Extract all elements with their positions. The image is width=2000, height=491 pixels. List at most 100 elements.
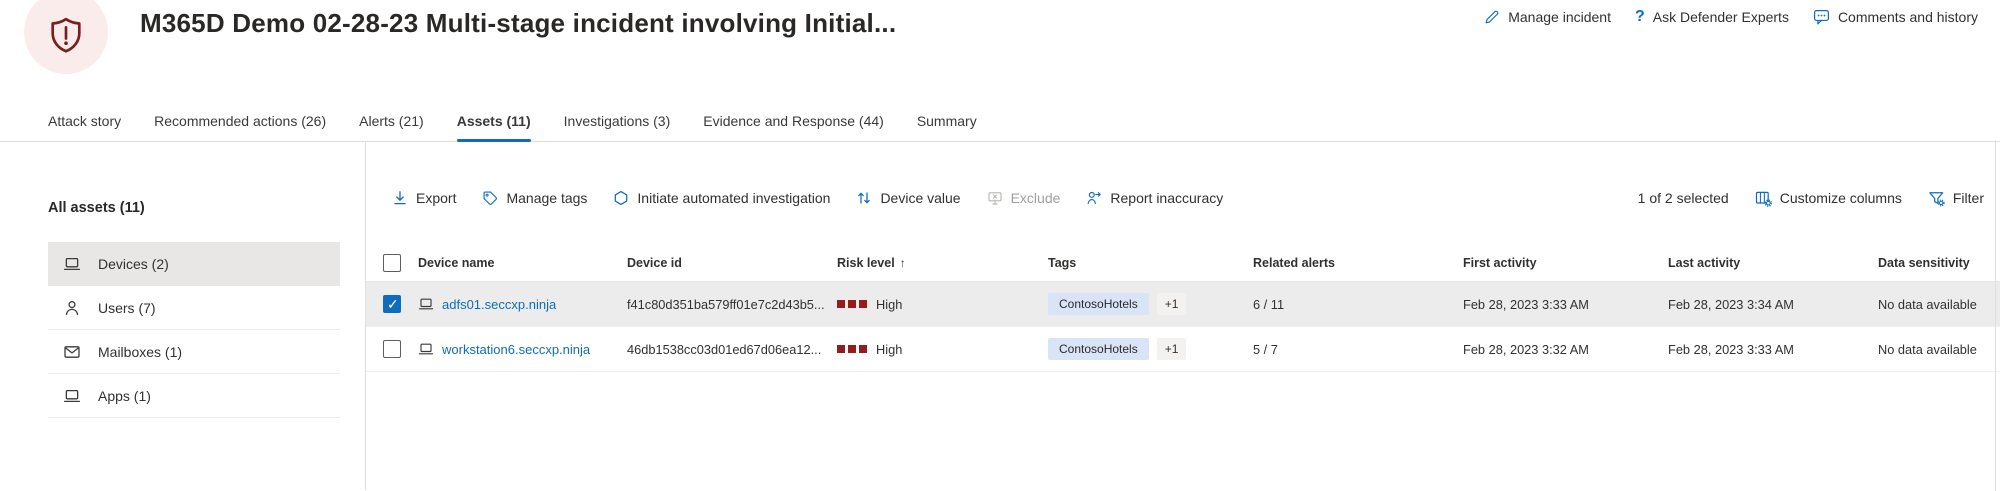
column-header-last-activity[interactable]: Last activity [1668,256,1878,270]
incident-header: M365D Demo 02-28-23 Multi-stage incident… [0,0,2000,100]
risk-level-label: High [876,342,902,357]
ask-defender-experts-button[interactable]: ? Ask Defender Experts [1635,9,1789,25]
sidebar-item-apps[interactable]: Apps (1) [48,374,340,418]
sidebar-item-mailboxes[interactable]: Mailboxes (1) [48,330,340,374]
tab-label: Evidence and Response (44) [703,113,884,129]
risk-square [837,300,845,308]
incident-tabs: Attack story Recommended actions (26) Al… [0,100,2000,142]
export-button[interactable]: Export [392,190,456,206]
column-header-tags[interactable]: Tags [1048,256,1253,270]
tab-assets[interactable]: Assets (11) [457,100,531,142]
column-header-data-sensitivity[interactable]: Data sensitivity [1878,256,2000,270]
column-header-related-alerts[interactable]: Related alerts [1253,256,1463,270]
device-name-cell: adfs01.seccxp.ninja [418,296,627,312]
column-header-first-activity[interactable]: First activity [1463,256,1668,270]
column-label: Related alerts [1253,256,1335,270]
column-label: Data sensitivity [1878,256,1970,270]
tag-icon [482,190,498,206]
device-name-link[interactable]: adfs01.seccxp.ninja [442,297,556,312]
device-icon [63,255,81,273]
device-value-label: Device value [880,190,960,206]
tab-evidence-response[interactable]: Evidence and Response (44) [703,100,884,142]
manage-incident-button[interactable]: Manage incident [1484,9,1611,25]
device-icon [418,296,434,312]
first-activity-cell: Feb 28, 2023 3:32 AM [1463,342,1668,357]
tab-attack-story[interactable]: Attack story [48,100,121,142]
toolbar-right: 1 of 2 selected Customize columns [1638,190,1984,207]
risk-square [859,345,867,353]
last-activity-cell: Feb 28, 2023 3:34 AM [1668,297,1878,312]
sort-arrows-icon [856,190,872,206]
column-header-device-id[interactable]: Device id [627,256,837,270]
sidebar-item-users[interactable]: Users (7) [48,286,340,330]
tab-summary[interactable]: Summary [917,100,977,142]
device-id-cell: 46db1538cc03d01ed67d06ea12... [627,342,837,357]
first-activity-cell: Feb 28, 2023 3:33 AM [1463,297,1668,312]
column-header-device-name[interactable]: Device name [418,256,627,270]
tab-label: Assets (11) [457,113,531,129]
row-checkbox[interactable] [383,295,401,313]
exclude-icon [987,190,1003,206]
risk-square [837,345,845,353]
risk-square [848,345,856,353]
sidebar-item-label: Users (7) [98,300,156,316]
filter-button[interactable]: Filter [1928,190,1984,207]
sidebar-item-devices[interactable]: Devices (2) [48,242,340,286]
table-row[interactable]: workstation6.seccxp.ninja 46db1538cc03d0… [366,327,2000,372]
comment-icon [1813,8,1830,25]
tag-pill[interactable]: ContosoHotels [1048,293,1149,315]
ask-defender-experts-label: Ask Defender Experts [1653,9,1789,25]
manage-tags-button[interactable]: Manage tags [482,190,587,206]
device-icon [418,341,434,357]
device-value-button[interactable]: Device value [856,190,960,206]
device-name-link[interactable]: workstation6.seccxp.ninja [442,342,590,357]
devices-table: Device name Device id Risk level ↑ Tags … [366,244,2000,372]
risk-level-cell: High [837,342,1048,357]
related-alerts-cell: 6 / 11 [1253,297,1463,312]
tab-recommended-actions[interactable]: Recommended actions (26) [154,100,326,142]
selection-status: 1 of 2 selected [1638,190,1729,206]
incident-page: M365D Demo 02-28-23 Multi-stage incident… [0,0,2000,491]
page-title: M365D Demo 02-28-23 Multi-stage incident… [140,8,896,39]
tags-cell: ContosoHotels +1 [1048,293,1253,315]
user-icon [63,299,81,317]
assets-content: All assets (11) Devices (2) Users (7) [0,142,2000,490]
row-checkbox[interactable] [383,340,401,358]
tab-label: Attack story [48,113,121,129]
customize-columns-icon [1755,190,1772,207]
question-icon: ? [1635,9,1645,25]
export-label: Export [416,190,456,206]
table-header-row: Device name Device id Risk level ↑ Tags … [366,244,2000,282]
tag-more-pill[interactable]: +1 [1157,293,1187,315]
data-sensitivity-cell: No data available [1878,342,2000,357]
exclude-button[interactable]: Exclude [987,190,1061,206]
table-row[interactable]: adfs01.seccxp.ninja f41c80d351ba579ff01e… [366,282,2000,327]
comments-history-button[interactable]: Comments and history [1813,8,1978,25]
mailbox-icon [63,343,81,361]
initiate-investigation-button[interactable]: Initiate automated investigation [613,190,830,206]
tab-label: Recommended actions (26) [154,113,326,129]
column-header-risk-level[interactable]: Risk level ↑ [837,256,1048,270]
risk-level-label: High [876,297,902,312]
risk-square [859,300,867,308]
customize-columns-label: Customize columns [1780,190,1902,206]
filter-label: Filter [1953,190,1984,206]
tags-cell: ContosoHotels +1 [1048,338,1253,360]
related-alerts-cell: 5 / 7 [1253,342,1463,357]
sidebar-item-label: Devices (2) [98,256,169,272]
shield-alert-icon [47,14,85,56]
column-label: Tags [1048,256,1076,270]
customize-columns-button[interactable]: Customize columns [1755,190,1902,207]
column-label: Last activity [1668,256,1740,270]
report-inaccuracy-button[interactable]: Report inaccuracy [1086,190,1223,206]
tab-alerts[interactable]: Alerts (21) [359,100,424,142]
tag-pill[interactable]: ContosoHotels [1048,338,1149,360]
select-all-checkbox[interactable] [383,254,401,272]
manage-incident-label: Manage incident [1508,9,1611,25]
tag-more-pill[interactable]: +1 [1157,338,1187,360]
initiate-investigation-label: Initiate automated investigation [637,190,830,206]
download-icon [392,190,408,206]
tab-label: Summary [917,113,977,129]
devices-panel: Export Manage tags [366,142,2000,490]
tab-investigations[interactable]: Investigations (3) [564,100,671,142]
